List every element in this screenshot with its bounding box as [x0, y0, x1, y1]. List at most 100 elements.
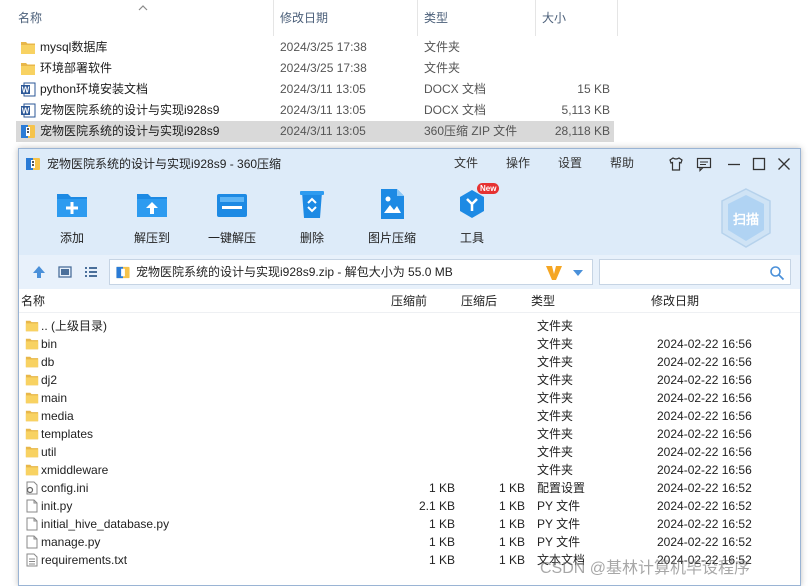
- archive-row-after: 1 KB: [498, 535, 525, 549]
- archive-row-after: [449, 371, 525, 389]
- archive-row[interactable]: db 文件夹 2024-02-22 16:56: [19, 353, 800, 371]
- archive-row[interactable]: dj2 文件夹 2024-02-22 16:56: [19, 371, 800, 389]
- thumbnail-view-icon[interactable]: [57, 264, 73, 280]
- close-icon[interactable]: [775, 155, 793, 173]
- folder-icon: [20, 40, 36, 55]
- archive-row-after: 1 KB: [498, 481, 525, 495]
- col-name-header[interactable]: 名称: [21, 289, 45, 313]
- archive-row-name: requirements.txt: [41, 553, 128, 567]
- image-compress-button[interactable]: 图片压缩: [361, 185, 423, 249]
- explorer-row-size: 28,118 KB: [554, 124, 610, 138]
- folder-icon: [25, 409, 39, 423]
- archive-row-name: initial_hive_database.py: [41, 517, 170, 531]
- explorer-row-name: 宠物医院系统的设计与实现i928s9: [40, 103, 220, 117]
- feedback-icon[interactable]: [695, 155, 713, 173]
- archive-row[interactable]: templates 文件夹 2024-02-22 16:56: [19, 425, 800, 443]
- one-click-extract-label: 一键解压: [207, 231, 256, 245]
- explorer-row[interactable]: 宠物医院系统的设计与实现i928s9 2024/3/11 13:05 360压缩 Z…: [16, 121, 614, 142]
- explorer-row-modified: 2024/3/11 13:05: [280, 82, 366, 96]
- archive-list-header: 名称 压缩前 压缩后 类型 修改日期: [19, 289, 800, 313]
- archive-row-before: [379, 407, 455, 425]
- add-icon: [57, 194, 87, 217]
- add-button[interactable]: 添加: [41, 185, 103, 249]
- window-titlebar[interactable]: 宠物医院系统的设计与实现i928s9 - 360压缩 文件 操作 设置 帮助: [19, 149, 800, 179]
- delete-button[interactable]: 删除: [281, 185, 343, 249]
- archive-row-type: PY 文件: [537, 535, 581, 549]
- archive-row[interactable]: main 文件夹 2024-02-22 16:56: [19, 389, 800, 407]
- archive-row-after: [449, 407, 525, 425]
- explorer-col-modified[interactable]: 修改日期: [280, 0, 418, 36]
- scan-label: 扫描: [732, 212, 759, 227]
- skin-shirt-icon[interactable]: [667, 155, 685, 173]
- archive-row[interactable]: xmiddleware 文件夹 2024-02-22 16:56: [19, 461, 800, 479]
- minimize-icon[interactable]: [725, 155, 743, 173]
- explorer-row-name: 宠物医院系统的设计与实现i928s9: [40, 124, 220, 138]
- archive-row[interactable]: media 文件夹 2024-02-22 16:56: [19, 407, 800, 425]
- archive-row-after: 1 KB: [498, 499, 525, 513]
- explorer-row[interactable]: 环境部署软件 2024/3/25 17:38 文件夹: [16, 58, 614, 79]
- archive-row-before: [379, 389, 455, 407]
- archive-row-before: 1 KB: [428, 553, 455, 567]
- archive-window: 宠物医院系统的设计与实现i928s9 - 360压缩 文件 操作 设置 帮助 添…: [18, 148, 801, 586]
- menu-file[interactable]: 文件: [454, 149, 478, 177]
- list-view-icon[interactable]: [83, 264, 99, 280]
- explorer-col-size[interactable]: 大小: [542, 0, 618, 36]
- path-field[interactable]: 宠物医院系统的设计与实现i928s9.zip - 解包大小为 55.0 MB: [109, 259, 593, 285]
- archive-row-name: init.py: [41, 499, 73, 513]
- svg-text:W: W: [22, 86, 30, 95]
- archive-row[interactable]: .. (上级目录) 文件夹: [19, 317, 800, 335]
- explorer-row-type: 文件夹: [424, 40, 461, 54]
- image-compress-icon: [381, 189, 404, 219]
- explorer-col-name[interactable]: 名称: [18, 0, 274, 36]
- archive-row-before: 1 KB: [428, 517, 455, 531]
- one-click-extract-button[interactable]: 一键解压: [201, 185, 263, 249]
- window-title: 宠物医院系统的设计与实现i928s9 - 360压缩: [47, 157, 282, 171]
- explorer-col-type[interactable]: 类型: [424, 0, 536, 36]
- menu-settings[interactable]: 设置: [558, 149, 582, 177]
- text-file-icon: [25, 553, 39, 567]
- archive-row[interactable]: init.py 2.1 KB 1 KB PY 文件 2024-02-22 16:52: [19, 497, 800, 515]
- up-arrow-icon[interactable]: [31, 264, 47, 280]
- folder-icon: [25, 391, 39, 405]
- archive-row[interactable]: util 文件夹 2024-02-22 16:56: [19, 443, 800, 461]
- archive-row[interactable]: config.ini 1 KB 1 KB 配置设置 2024-02-22 16:52: [19, 479, 800, 497]
- col-modified-label: 修改日期: [280, 11, 329, 25]
- address-bar: 宠物医院系统的设计与实现i928s9.zip - 解包大小为 55.0 MB: [19, 255, 800, 289]
- scan-button[interactable]: 扫描: [719, 187, 773, 249]
- explorer-column-header: 名称 修改日期 类型 大小: [0, 0, 809, 36]
- path-text: 宠物医院系统的设计与实现i928s9.zip - 解包大小为 55.0 MB: [136, 265, 453, 279]
- explorer-row[interactable]: mysql数据库 2024/3/25 17:38 文件夹: [16, 37, 614, 58]
- tools-button[interactable]: New 工具: [441, 183, 503, 249]
- search-icon[interactable]: [769, 265, 785, 281]
- chevron-down-icon[interactable]: [572, 269, 584, 277]
- menu-operations[interactable]: 操作: [506, 149, 530, 177]
- archive-row-after: 1 KB: [498, 517, 525, 531]
- menu-help[interactable]: 帮助: [610, 149, 634, 177]
- archive-row[interactable]: initial_hive_database.py 1 KB 1 KB PY 文件 202…: [19, 515, 800, 533]
- archive-row-before: 2.1 KB: [418, 499, 455, 513]
- search-input[interactable]: [599, 259, 791, 285]
- archive-row-name: templates: [41, 427, 94, 441]
- archive-row-modified: 2024-02-22 16:52: [657, 535, 752, 549]
- explorer-row[interactable]: W 宠物医院系统的设计与实现i928s9 2024/3/11 13:05 DOCX 文…: [16, 100, 614, 121]
- v-logo-icon[interactable]: [544, 264, 564, 282]
- maximize-icon[interactable]: [750, 155, 768, 173]
- folder-icon: [25, 463, 39, 477]
- archive-row-modified: 2024-02-22 16:56: [657, 337, 752, 351]
- explorer-row-name: mysql数据库: [40, 40, 108, 54]
- col-modified-header[interactable]: 修改日期: [651, 289, 699, 313]
- folder-icon: [25, 355, 39, 369]
- col-type-header[interactable]: 类型: [531, 289, 555, 313]
- zip-archive-icon: [26, 158, 40, 170]
- file-icon: [25, 535, 39, 549]
- col-before-header[interactable]: 压缩前: [391, 289, 427, 313]
- archive-row[interactable]: bin 文件夹 2024-02-22 16:56: [19, 335, 800, 353]
- extract-to-button[interactable]: 解压到: [121, 185, 183, 249]
- archive-row-type: PY 文件: [537, 517, 581, 531]
- archive-row-type: 文件夹: [537, 319, 574, 333]
- explorer-row[interactable]: Wpython环境安装文档 2024/3/11 13:05 DOCX 文档 15 KB: [16, 79, 614, 100]
- explorer-row-size: 5,113 KB: [561, 103, 610, 117]
- archive-row-name: config.ini: [41, 481, 89, 495]
- archive-row[interactable]: manage.py 1 KB 1 KB PY 文件 2024-02-22 16:52: [19, 533, 800, 551]
- col-after-header[interactable]: 压缩后: [461, 289, 497, 313]
